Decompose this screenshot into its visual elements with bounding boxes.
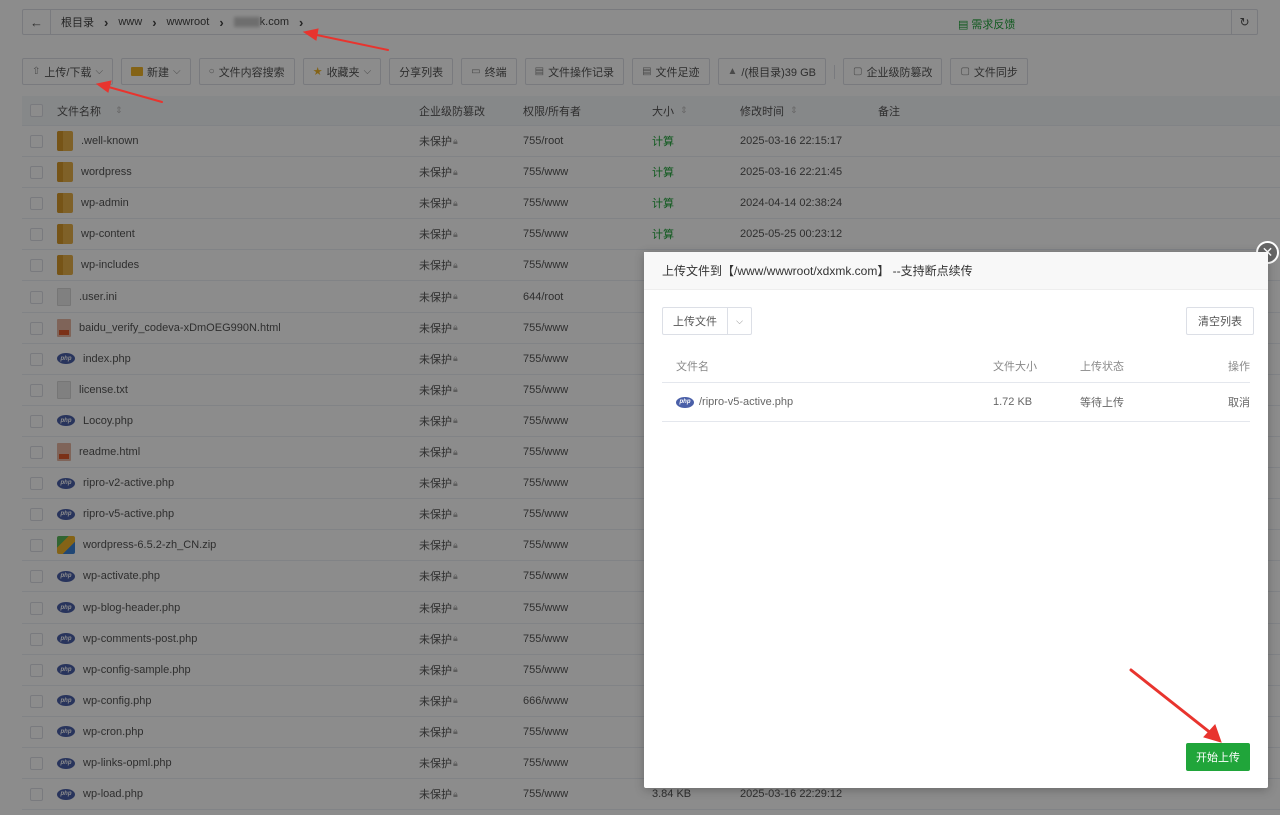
upload-header-op: 操作 bbox=[1228, 361, 1250, 373]
upload-file-label: 上传文件 bbox=[673, 316, 717, 328]
upload-file-status: 等待上传 bbox=[1080, 397, 1124, 409]
upload-dialog-title: 上传文件到【/www/wwwroot/xdxmk.com】 --支持断点续传 bbox=[644, 252, 1268, 290]
upload-dialog: 上传文件到【/www/wwwroot/xdxmk.com】 --支持断点续传 上… bbox=[644, 252, 1268, 788]
upload-file-name: /ripro-v5-active.php bbox=[699, 396, 794, 408]
start-upload-button[interactable]: 开始上传 bbox=[1186, 743, 1250, 771]
upload-file-row: php /ripro-v5-active.php 1.72 KB 等待上传 取消 bbox=[662, 383, 1250, 422]
upload-file-size: 1.72 KB bbox=[993, 396, 1033, 408]
chevron-down-icon[interactable]: ⌵ bbox=[727, 308, 751, 334]
upload-header-size: 文件大小 bbox=[993, 361, 1037, 373]
upload-table-header: 文件名 文件大小 上传状态 操作 bbox=[662, 350, 1250, 383]
upload-file-button[interactable]: 上传文件 ⌵ bbox=[662, 307, 752, 335]
upload-file-name-cell: php /ripro-v5-active.php bbox=[676, 383, 793, 421]
cancel-upload-link[interactable]: 取消 bbox=[1190, 383, 1250, 421]
upload-header-status: 上传状态 bbox=[1080, 361, 1124, 373]
upload-header-name: 文件名 bbox=[676, 361, 709, 373]
clear-list-button[interactable]: 清空列表 bbox=[1186, 307, 1254, 335]
php-icon: php bbox=[676, 396, 694, 408]
